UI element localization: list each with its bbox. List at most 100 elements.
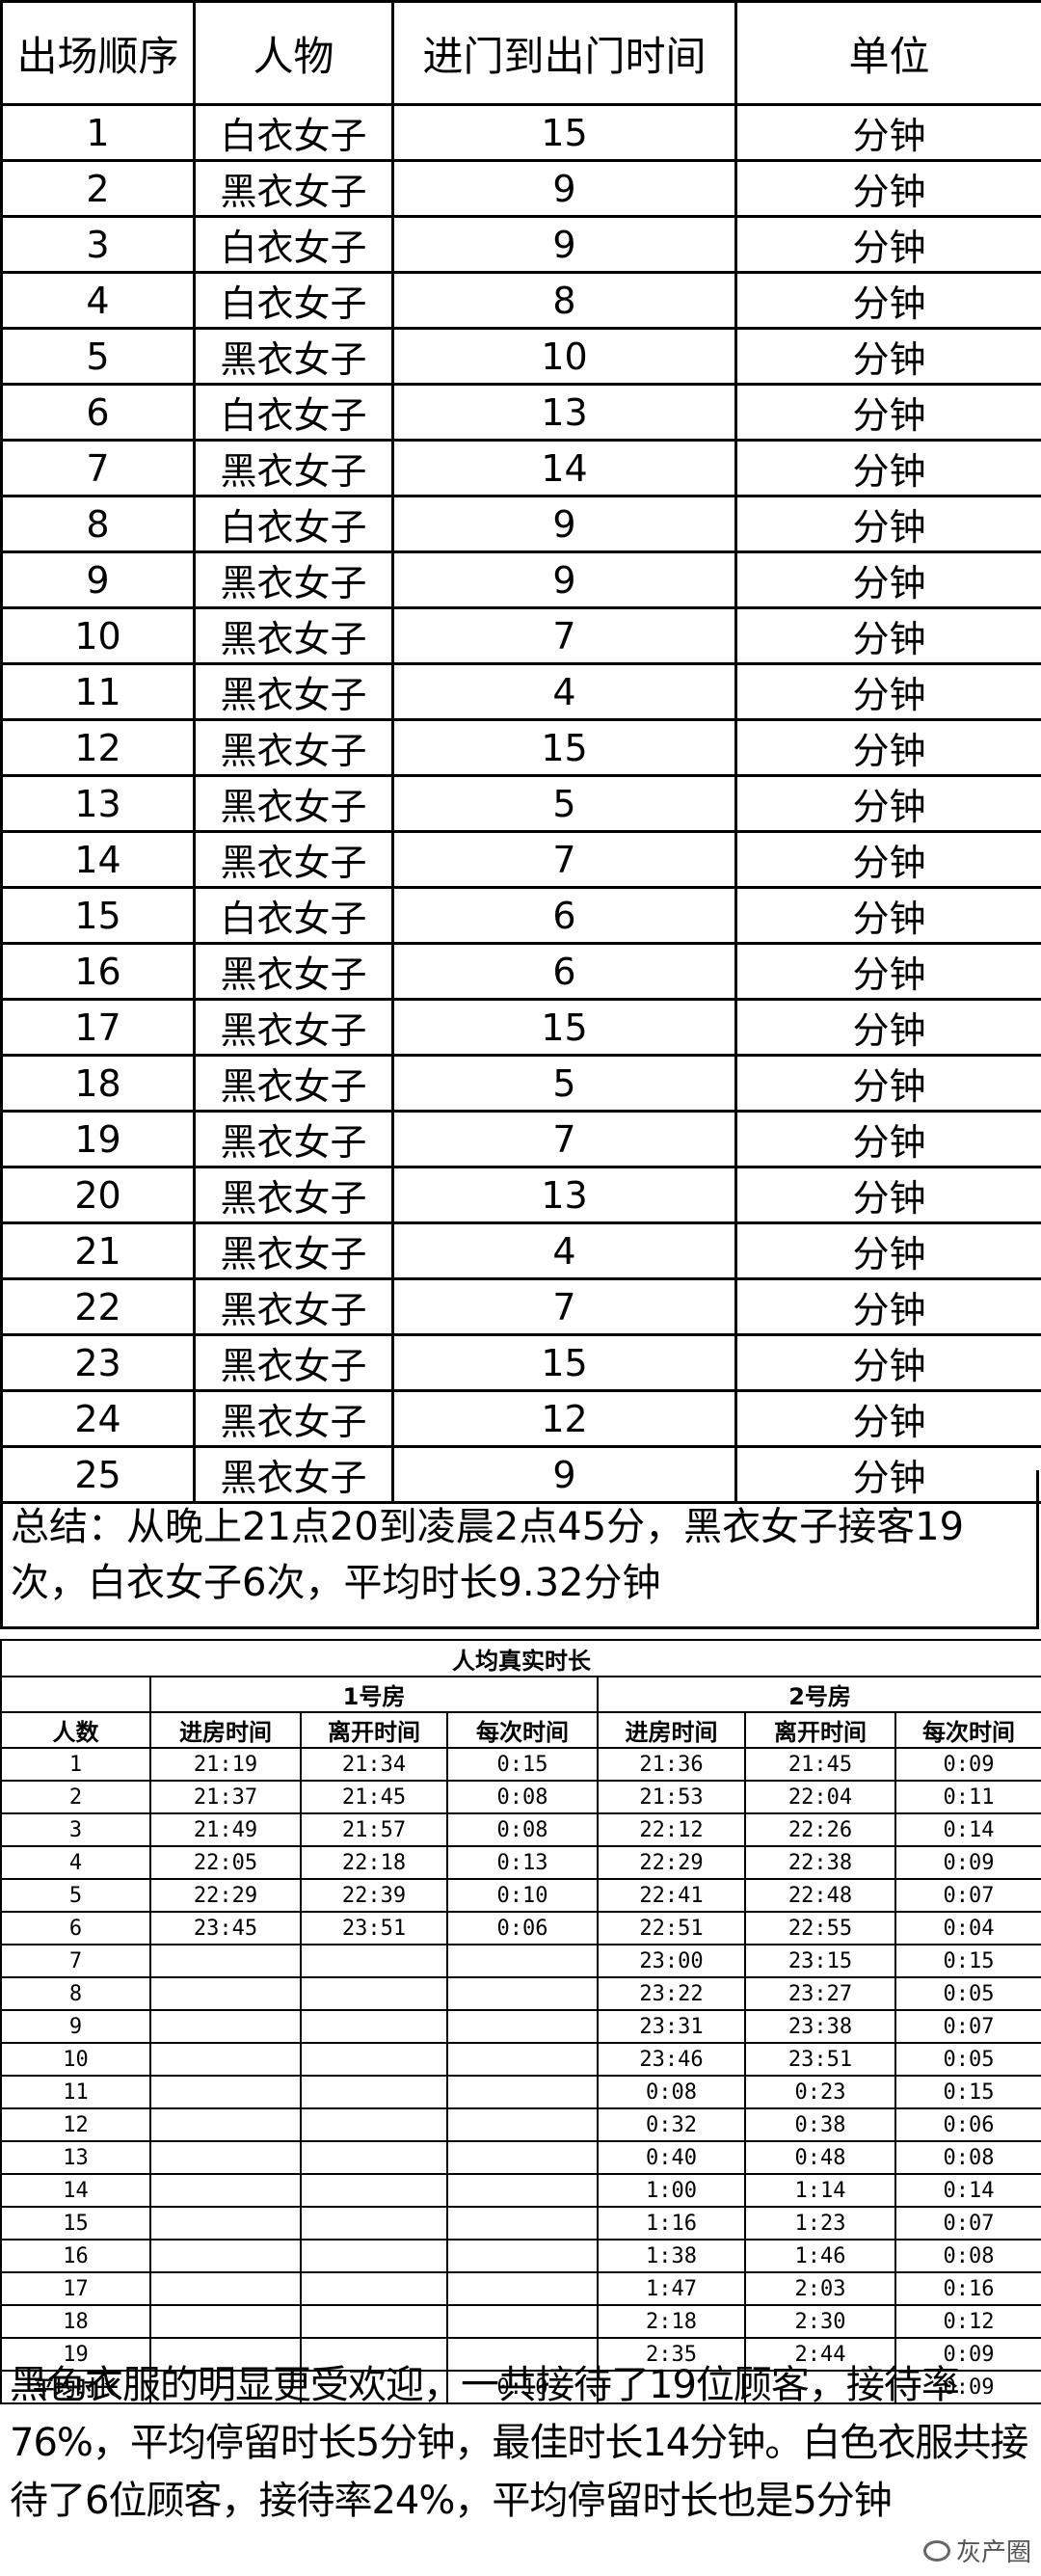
unit-cell: 分钟 [734,662,1041,721]
duration-cell: 4 [391,1221,737,1280]
room2-each-cell: 0:07 [894,2009,1041,2044]
order-cell: 3 [0,215,196,274]
room2-in-cell: 1:00 [597,2173,746,2208]
order-cell: 10 [0,606,196,665]
duration-cell: 9 [391,215,737,274]
person-cell: 黑衣女子 [193,550,394,609]
room1-each-cell [446,2271,599,2306]
unit-cell: 分钟 [734,998,1041,1057]
order-cell: 2 [0,159,196,218]
person-cell: 黑衣女子 [193,942,394,1001]
duration-cell: 6 [391,942,737,1001]
order-cell: 21 [0,1221,196,1280]
person-cell: 黑衣女子 [193,1221,394,1280]
header-count: 人数 [0,1711,151,1749]
room1-in-cell [149,2009,302,2044]
person-cell: 黑衣女子 [193,718,394,777]
header-room1-each: 每次时间 [446,1711,599,1749]
room1-out-cell: 22:39 [300,1878,448,1913]
unit-cell: 分钟 [734,942,1041,1001]
room2-out-cell: 1:23 [744,2206,896,2241]
order-cell: 1 [0,103,196,162]
person-cell: 白衣女子 [193,886,394,945]
room2-out-cell: 0:38 [744,2107,896,2142]
room2-each-cell: 0:15 [894,1944,1041,1978]
room2-in-cell: 21:36 [597,1747,746,1782]
table-row: 9 黑衣女子 9 分钟 [0,550,1041,609]
table-row: 19 黑衣女子 7 分钟 [0,1110,1041,1168]
table-row: 16 黑衣女子 6 分钟 [0,942,1041,1001]
person-cell: 白衣女子 [193,271,394,330]
order-cell: 23 [0,1333,196,1392]
room1-in-cell [149,1976,302,2011]
order-cell: 16 [0,942,196,1001]
duration-cell: 10 [391,327,737,386]
watermark-text: 灰产圈 [955,2538,1031,2567]
unit-cell: 分钟 [734,1333,1041,1392]
room2-out-cell: 23:27 [744,1976,896,2011]
room2-each-cell: 0:12 [894,2304,1041,2339]
room2-out-cell: 0:23 [744,2075,896,2109]
room2-in-cell: 1:47 [597,2271,746,2306]
duration-cell: 6 [391,886,737,945]
order-cell: 22 [0,1277,196,1336]
room2-each-cell: 0:09 [894,1747,1041,1782]
duration-cell: 9 [391,495,737,553]
person-cell: 白衣女子 [193,383,394,442]
duration-cell: 9 [391,159,737,218]
table-title: 人均真实时长 [0,1639,1041,1677]
room2-each-cell: 0:05 [894,1976,1041,2011]
room1-in-cell: 22:05 [149,1845,302,1880]
duration-cell: 4 [391,662,737,721]
header-room2-out: 离开时间 [744,1711,896,1749]
table-title-row: 人均真实时长 [0,1639,1041,1677]
table-row: 22 黑衣女子 7 分钟 [0,1277,1041,1336]
room1-out-cell: 23:51 [300,1911,448,1945]
order-cell: 4 [0,271,196,330]
table-row: 16 1:38 1:46 0:08 [0,2239,1041,2273]
room1-label: 1号房 [149,1676,599,1713]
header-room2-in: 进房时间 [597,1711,746,1749]
unit-cell: 分钟 [734,606,1041,665]
person-cell: 黑衣女子 [193,774,394,833]
room1-in-cell [149,2239,302,2273]
room1-in-cell: 23:45 [149,1911,302,1945]
room2-in-cell: 21:53 [597,1780,746,1814]
table-row: 5 黑衣女子 10 分钟 [0,327,1041,386]
room2-in-cell: 22:51 [597,1911,746,1945]
table-row: 11 0:08 0:23 0:15 [0,2075,1041,2109]
person-cell: 黑衣女子 [193,998,394,1057]
duration-cell: 15 [391,103,737,162]
table-per-person-time: 人均真实时长 1号房 2号房 人数 进房时间 离开时间 每次时间 进房时间 离开… [0,1639,1041,2404]
room2-out-cell: 22:38 [744,1845,896,1880]
duration-cell: 9 [391,550,737,609]
duration-cell: 5 [391,1054,737,1113]
person-cell: 黑衣女子 [193,606,394,665]
unit-cell: 分钟 [734,1110,1041,1168]
room1-in-cell [149,2042,302,2077]
header-person: 人物 [193,0,394,106]
room1-out-cell [300,2239,448,2273]
room1-in-cell [149,2140,302,2175]
room1-each-cell [446,1944,599,1978]
room2-each-cell: 0:07 [894,2206,1041,2241]
room2-out-cell: 2:30 [744,2304,896,2339]
table-row: 8 23:22 23:27 0:05 [0,1976,1041,2011]
count-cell: 15 [0,2206,151,2241]
unit-cell: 分钟 [734,830,1041,889]
room2-in-cell: 2:18 [597,2304,746,2339]
table-row: 17 黑衣女子 15 分钟 [0,998,1041,1057]
room2-each-cell: 0:08 [894,2239,1041,2273]
room1-in-cell: 21:49 [149,1812,302,1847]
table-row: 1 21:19 21:34 0:15 21:36 21:45 0:09 [0,1747,1041,1782]
person-cell: 黑衣女子 [193,439,394,497]
room2-out-cell: 23:38 [744,2009,896,2044]
duration-cell: 7 [391,830,737,889]
duration-cell: 7 [391,1110,737,1168]
room1-each-cell [446,2140,599,2175]
person-cell: 黑衣女子 [193,1389,394,1448]
count-cell: 1 [0,1747,151,1782]
table-row: 6 23:45 23:51 0:06 22:51 22:55 0:04 [0,1911,1041,1945]
room1-each-cell: 0:13 [446,1845,599,1880]
room2-each-cell: 0:15 [894,2075,1041,2109]
